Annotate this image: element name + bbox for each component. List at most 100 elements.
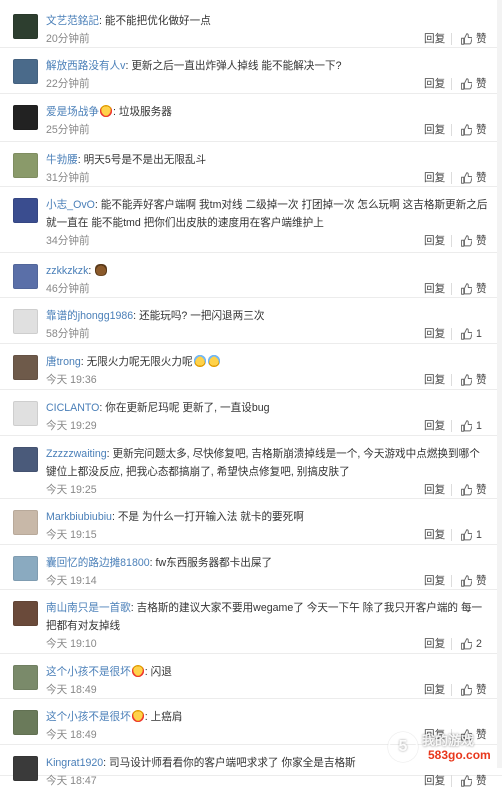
user-avatar[interactable]	[13, 510, 38, 535]
username-link[interactable]: 这个小孩不是很坏	[46, 666, 131, 678]
comment-item: 南山南只是一首歌: 吉格斯的建议大家不要用wegame了 今天一下午 除了我只开…	[0, 591, 502, 654]
user-avatar[interactable]	[13, 105, 38, 130]
thumbs-up-icon	[460, 638, 473, 650]
comment-body: 靠谱的jhongg1986: 还能玩吗? 一把闪退两三次	[46, 307, 488, 325]
comment-timestamp: 34分钟前	[46, 235, 90, 247]
user-avatar[interactable]	[13, 601, 38, 626]
like-button[interactable]: 赞	[460, 282, 487, 296]
username-link[interactable]: 南山南只是一首歌	[46, 602, 131, 614]
comment-body: zzkkzkzk:	[46, 262, 488, 280]
username-link[interactable]: CICLANTO	[46, 402, 99, 414]
thumbs-up-icon	[460, 124, 473, 136]
comment-timestamp: 今天 19:10	[46, 638, 97, 650]
comment-item: Markbiubiubiu: 不是 为什么一打开输入法 就卡的要死啊 今天 19:…	[0, 500, 502, 545]
reply-button[interactable]: 回复	[424, 637, 445, 651]
reply-button[interactable]: 回复	[424, 32, 445, 46]
username-link[interactable]: Zzzzzwaiting	[46, 448, 107, 460]
comment-item: zzkkzkzk: 46分钟前 回复 赞	[0, 254, 502, 298]
reply-button[interactable]: 回复	[424, 171, 445, 185]
comment-body: 囊回忆的路边摊81800: fw东西服务器都卡出屎了	[46, 554, 488, 572]
reply-button[interactable]: 回复	[424, 327, 445, 341]
comment-timestamp: 25分钟前	[46, 124, 90, 136]
user-avatar[interactable]	[13, 710, 38, 735]
user-avatar[interactable]	[13, 198, 38, 223]
comment-text: 明天5号是不是出无限乱斗	[83, 154, 207, 166]
username-link[interactable]: 牛勃腰	[46, 154, 78, 166]
comment-item: 这个小孩不是很坏: 上癌肩 今天 18:49 回复 赞	[0, 700, 502, 745]
action-divider	[451, 78, 452, 90]
username-link[interactable]: 靠谱的jhongg1986	[46, 310, 133, 322]
action-divider	[451, 684, 452, 696]
reply-button[interactable]: 回复	[424, 77, 445, 91]
like-button[interactable]: 赞	[460, 774, 487, 788]
like-count: 1	[476, 529, 482, 541]
like-count: 赞	[476, 484, 487, 496]
user-avatar[interactable]	[13, 309, 38, 334]
reply-button[interactable]: 回复	[424, 528, 445, 542]
thumbs-up-icon	[460, 420, 473, 432]
like-button[interactable]: 赞	[460, 574, 487, 588]
comment-body: 解放西路没有人v: 更新之后一直出炸弹人掉线 能不能解决一下?	[46, 57, 488, 75]
like-button[interactable]: 赞	[460, 32, 487, 46]
reply-button[interactable]: 回复	[424, 574, 445, 588]
like-button[interactable]: 赞	[460, 77, 487, 91]
reply-button[interactable]: 回复	[424, 683, 445, 697]
username-link[interactable]: 唐trong	[46, 356, 81, 368]
like-button[interactable]: 1	[460, 327, 482, 341]
username-link[interactable]: 囊回忆的路边摊81800	[46, 557, 150, 569]
reply-button[interactable]: 回复	[424, 123, 445, 137]
username-link[interactable]: 爱是场战争	[46, 106, 99, 118]
user-avatar[interactable]	[13, 153, 38, 178]
username-link[interactable]: Kingrat1920	[46, 757, 103, 769]
comment-item: 这个小孩不是很坏: 闪退 今天 18:49 回复 赞	[0, 655, 502, 699]
comment-timestamp: 今天 19:36	[46, 374, 97, 386]
comment-text: 你在更新尼玛呢 更新了, 一直设bug	[105, 402, 270, 414]
reply-button[interactable]: 回复	[424, 483, 445, 497]
username-link[interactable]: 这个小孩不是很坏	[46, 711, 131, 723]
like-button[interactable]: 赞	[460, 171, 487, 185]
username-link[interactable]: zzkkzkzk	[46, 265, 88, 277]
username-link[interactable]: Markbiubiubiu	[46, 511, 112, 523]
username-link[interactable]: 文艺范銘記	[46, 15, 99, 27]
like-button[interactable]: 2	[460, 637, 482, 651]
comment-timestamp: 58分钟前	[46, 328, 90, 340]
user-avatar[interactable]	[13, 556, 38, 581]
user-avatar[interactable]	[13, 355, 38, 380]
reply-button[interactable]: 回复	[424, 373, 445, 387]
like-button[interactable]: 赞	[460, 683, 487, 697]
user-avatar[interactable]	[13, 14, 38, 39]
reply-button[interactable]: 回复	[424, 419, 445, 433]
like-button[interactable]: 1	[460, 419, 482, 433]
scrollbar[interactable]	[497, 0, 502, 768]
reply-button[interactable]: 回复	[424, 774, 445, 788]
reply-button[interactable]: 回复	[424, 234, 445, 248]
like-button[interactable]: 赞	[460, 234, 487, 248]
comment-body: Kingrat1920: 司马设计师看看你的客户端吧求求了 你家全是吉格斯	[46, 754, 488, 772]
user-avatar[interactable]	[13, 401, 38, 426]
user-avatar[interactable]	[13, 264, 38, 289]
thumbs-up-icon	[460, 775, 473, 787]
reply-button[interactable]: 回复	[424, 728, 445, 742]
action-divider	[451, 775, 452, 787]
user-avatar[interactable]	[13, 665, 38, 690]
thumbs-up-icon	[460, 729, 473, 741]
username-link[interactable]: 解放西路没有人v	[46, 60, 125, 72]
like-button[interactable]: 赞	[460, 483, 487, 497]
comment-item: 爱是场战争: 垃圾服务器 25分钟前 回复 赞	[0, 95, 502, 142]
comment-body: 文艺范銘記: 能不能把优化做好一点	[46, 12, 488, 30]
like-button[interactable]: 赞	[460, 373, 487, 387]
thumbs-up-icon	[460, 283, 473, 295]
username-link[interactable]: 小志_OvO	[46, 199, 95, 211]
like-button[interactable]: 赞	[460, 123, 487, 137]
like-count: 赞	[476, 575, 487, 587]
user-avatar[interactable]	[13, 756, 38, 781]
reply-button[interactable]: 回复	[424, 282, 445, 296]
user-avatar[interactable]	[13, 59, 38, 84]
like-count: 赞	[476, 374, 487, 386]
like-count: 1	[476, 420, 482, 432]
user-avatar[interactable]	[13, 447, 38, 472]
like-button[interactable]: 赞	[460, 728, 487, 742]
action-divider	[451, 235, 452, 247]
thumbs-up-icon	[460, 529, 473, 541]
like-button[interactable]: 1	[460, 528, 482, 542]
